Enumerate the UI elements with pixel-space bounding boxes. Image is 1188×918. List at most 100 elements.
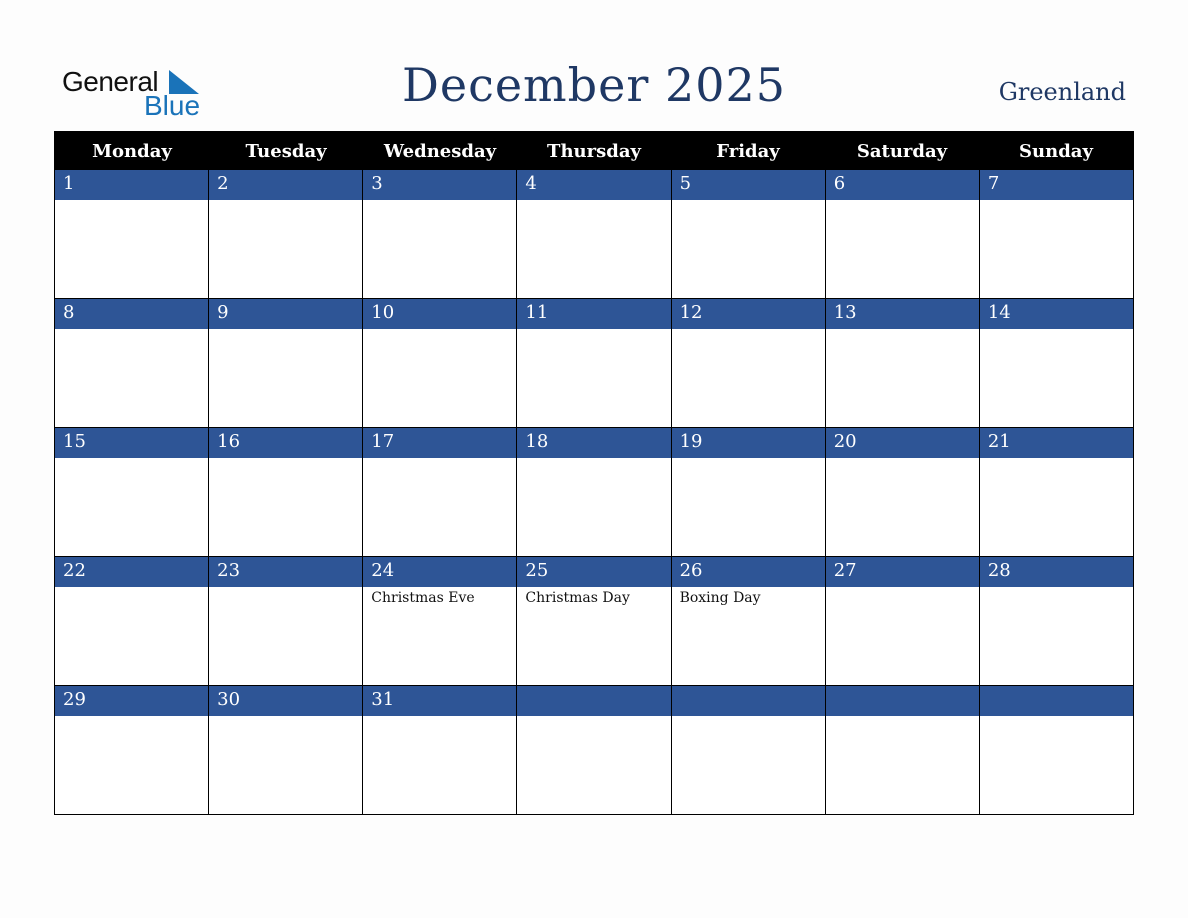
day-cell[interactable]: 28: [978, 557, 1133, 685]
day-number: 5: [671, 170, 825, 200]
day-cell[interactable]: 9: [208, 299, 363, 427]
day-number: 7: [979, 170, 1133, 200]
week-row: 8 9 10 11 12 13 14: [55, 298, 1133, 427]
day-cell[interactable]: 20: [824, 428, 979, 556]
day-number: 2: [209, 170, 363, 200]
day-cell[interactable]: 23: [208, 557, 363, 685]
day-cell[interactable]: [824, 686, 979, 814]
day-number: 13: [825, 299, 979, 329]
day-cell[interactable]: 19: [670, 428, 825, 556]
day-number: 27: [825, 557, 979, 587]
day-number: 31: [363, 686, 517, 716]
day-cell[interactable]: [670, 686, 825, 814]
day-cell[interactable]: 31: [362, 686, 517, 814]
day-event: [979, 458, 1133, 556]
day-cell[interactable]: 29: [55, 686, 209, 814]
week-row: 22 23 24 Christmas Eve 25 Christmas Day 26 Boxi…: [55, 556, 1133, 685]
day-event: [825, 716, 979, 814]
day-event: [517, 329, 671, 427]
day-event: [517, 716, 671, 814]
day-cell[interactable]: 22: [55, 557, 209, 685]
day-number: 18: [517, 428, 671, 458]
day-number: 21: [979, 428, 1133, 458]
weekday-header: Tuesday: [245, 141, 327, 162]
day-cell[interactable]: [978, 686, 1133, 814]
day-event: [363, 329, 517, 427]
day-event: [363, 716, 517, 814]
day-event: [671, 200, 825, 298]
weekday-header: Saturday: [856, 141, 948, 162]
day-event: Christmas Eve: [363, 587, 517, 685]
day-event: [55, 329, 209, 427]
day-event: [55, 716, 209, 814]
day-cell[interactable]: 5: [670, 170, 825, 298]
day-number: 20: [825, 428, 979, 458]
day-cell[interactable]: 18: [516, 428, 671, 556]
day-cell[interactable]: 4: [516, 170, 671, 298]
weekday-header-row: Monday Tuesday Wednesday Thursday Friday…: [55, 132, 1133, 170]
day-number: 25: [517, 557, 671, 587]
day-number: 10: [363, 299, 517, 329]
day-cell[interactable]: 6: [824, 170, 979, 298]
day-number: 19: [671, 428, 825, 458]
day-cell[interactable]: 16: [208, 428, 363, 556]
day-event: [209, 716, 363, 814]
day-cell[interactable]: 17: [362, 428, 517, 556]
day-number: 26: [671, 557, 825, 587]
day-number: 9: [209, 299, 363, 329]
day-cell[interactable]: 14: [978, 299, 1133, 427]
day-event: [671, 329, 825, 427]
day-number: 12: [671, 299, 825, 329]
weekday-header: Monday: [92, 141, 172, 162]
day-number: 17: [363, 428, 517, 458]
day-cell[interactable]: 1: [55, 170, 209, 298]
day-cell[interactable]: 13: [824, 299, 979, 427]
day-cell[interactable]: 11: [516, 299, 671, 427]
day-number: 22: [55, 557, 209, 587]
day-cell[interactable]: 27: [824, 557, 979, 685]
day-cell[interactable]: 21: [978, 428, 1133, 556]
day-event: [979, 716, 1133, 814]
day-event: [979, 587, 1133, 685]
day-number: 28: [979, 557, 1133, 587]
day-event: [55, 200, 209, 298]
weeks-container: 1 2 3 4 5 6 7 8 9 10 11 12 13 14 15 16 17 18 19 20 21 22 23 24 C…: [55, 170, 1133, 814]
day-number: 24: [363, 557, 517, 587]
day-event: [517, 200, 671, 298]
day-event: [209, 458, 363, 556]
day-event: [209, 200, 363, 298]
day-event: Boxing Day: [671, 587, 825, 685]
day-event: [209, 587, 363, 685]
day-cell[interactable]: 2: [208, 170, 363, 298]
day-event: Christmas Day: [517, 587, 671, 685]
day-number: 3: [363, 170, 517, 200]
day-number: [979, 686, 1133, 716]
weekday-header: Wednesday: [383, 141, 497, 162]
day-cell[interactable]: 8: [55, 299, 209, 427]
day-event: [55, 587, 209, 685]
calendar-grid: Monday Tuesday Wednesday Thursday Friday…: [54, 131, 1134, 815]
day-event: [825, 329, 979, 427]
day-cell[interactable]: 30: [208, 686, 363, 814]
week-row: 1234567: [55, 170, 1133, 298]
day-cell[interactable]: 7: [978, 170, 1133, 298]
day-number: 15: [55, 428, 209, 458]
day-number: 6: [825, 170, 979, 200]
day-event: [517, 458, 671, 556]
day-cell[interactable]: 15: [55, 428, 209, 556]
week-row: 29 30 31: [55, 685, 1133, 814]
day-cell[interactable]: 25 Christmas Day: [516, 557, 671, 685]
day-number: 16: [209, 428, 363, 458]
day-cell[interactable]: 12: [670, 299, 825, 427]
day-cell[interactable]: [516, 686, 671, 814]
day-number: 8: [55, 299, 209, 329]
day-cell[interactable]: 24 Christmas Eve: [362, 557, 517, 685]
day-cell[interactable]: 3: [362, 170, 517, 298]
day-event: [825, 200, 979, 298]
day-cell[interactable]: 10: [362, 299, 517, 427]
day-event: [979, 329, 1133, 427]
day-cell[interactable]: 26 Boxing Day: [670, 557, 825, 685]
day-number: 1: [55, 170, 209, 200]
day-event: [363, 200, 517, 298]
day-event: [363, 458, 517, 556]
